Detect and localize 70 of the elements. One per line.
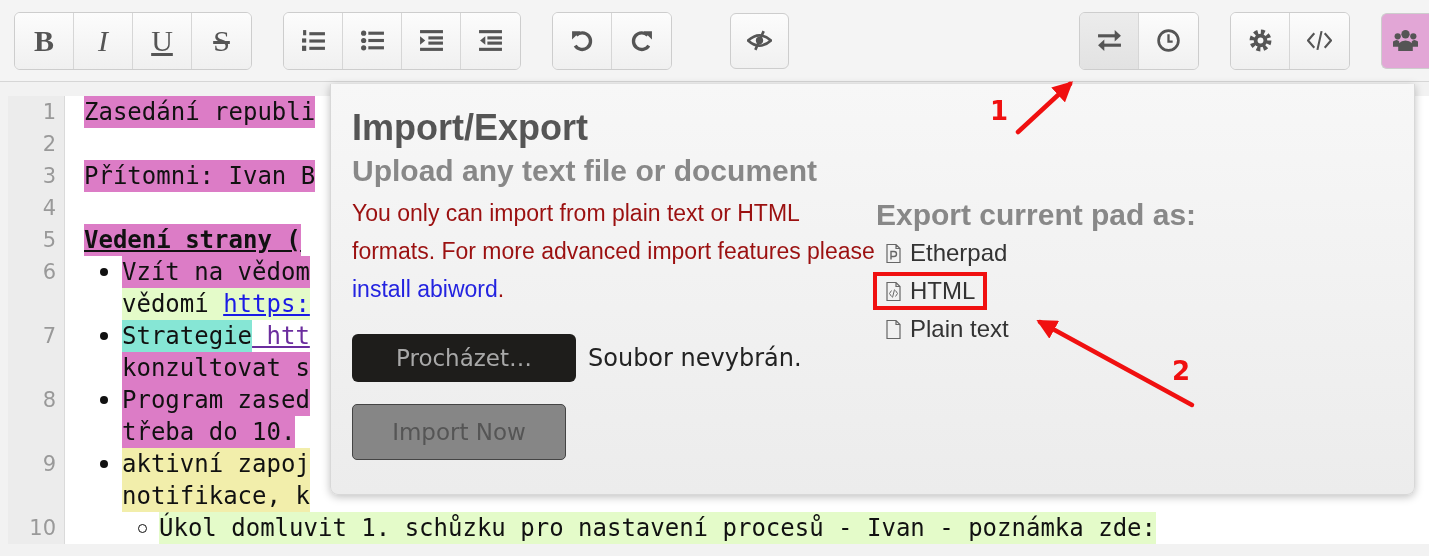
line-number: 3	[41, 163, 56, 190]
line-text: Zasedání republi	[84, 96, 316, 128]
bullet-dot	[100, 268, 108, 276]
code-document-icon	[885, 280, 902, 302]
line-text: notifikace, k	[122, 480, 310, 512]
line-text: Program zased	[122, 384, 310, 416]
redo-button[interactable]	[612, 12, 671, 69]
line-text: Přítomni: Ivan B	[84, 160, 316, 192]
clock-icon	[1156, 28, 1181, 53]
line-number: 4	[41, 195, 56, 222]
line-number: 9	[41, 451, 56, 478]
eye-slash-icon	[747, 28, 772, 53]
document-icon	[885, 318, 902, 340]
link[interactable]: htt	[252, 320, 310, 352]
eye-slash-button[interactable]	[730, 12, 789, 69]
users-icon	[1393, 28, 1418, 53]
line-number: 2	[41, 131, 56, 158]
indent-icon	[418, 28, 444, 53]
line-text: vědomí	[122, 288, 224, 320]
undo-button[interactable]	[553, 12, 612, 69]
import-heading: Upload any text file or document	[352, 153, 818, 189]
users-button[interactable]	[1381, 12, 1429, 69]
line-number: 10	[28, 515, 56, 542]
swap-arrows-button[interactable]	[1080, 12, 1139, 69]
export-option[interactable]: Etherpad	[873, 234, 1020, 272]
line-text: Úkol domluvit 1. schůzku pro nastavení procesů - Ivan - poznámka zde:	[159, 512, 1156, 544]
link[interactable]: https:	[223, 288, 310, 320]
line-number: 6	[41, 259, 56, 286]
code-icon	[1307, 28, 1332, 53]
italic-button[interactable]: I	[74, 12, 133, 69]
numbered-list-button[interactable]	[284, 12, 343, 69]
import-notice: You only can import from plain text or HTML formats. For more advanced import features please install abiword.	[352, 199, 876, 304]
line-number: 1	[41, 99, 56, 126]
annotation-number: 1	[990, 96, 1009, 126]
redo-icon	[629, 28, 654, 53]
file-status: Soubor nevybrán.	[588, 344, 802, 372]
bullet-dot	[100, 396, 108, 404]
bulleted-list-icon	[359, 28, 385, 53]
export-option[interactable]: HTML	[873, 272, 988, 310]
install-link[interactable]: install abiword	[352, 276, 498, 302]
line-number: 5	[41, 227, 56, 254]
numbered-list-icon	[300, 28, 326, 53]
line-text: třeba do 10.	[122, 416, 296, 448]
outdent-icon	[478, 28, 503, 53]
undo-icon	[569, 28, 595, 53]
annotation-number: 2	[1172, 356, 1191, 386]
underline-button[interactable]: U	[133, 12, 192, 69]
swap-arrows-icon	[1096, 28, 1122, 53]
heading-text: Vedení strany (	[84, 224, 301, 256]
strikethrough-button[interactable]: S	[192, 12, 251, 69]
p-document-icon	[885, 242, 902, 264]
line-number: 8	[41, 387, 56, 414]
settings-button[interactable]	[1231, 12, 1290, 69]
panel-title: Import/Export	[352, 106, 588, 150]
code-button[interactable]	[1290, 12, 1349, 69]
line-number: 7	[41, 323, 56, 350]
bulleted-list-button[interactable]	[343, 12, 402, 69]
browse-button[interactable]: Procházet…	[352, 334, 576, 382]
line-text: Vzít na vědom	[122, 256, 310, 288]
clock-button[interactable]	[1139, 12, 1198, 69]
export-option[interactable]: Plain text	[873, 310, 1021, 348]
annotation-arrow	[1015, 81, 1073, 135]
settings-icon	[1247, 28, 1273, 53]
indent-button[interactable]	[402, 12, 461, 69]
outdent-button[interactable]	[461, 12, 520, 69]
export-heading: Export current pad as:	[876, 197, 1197, 233]
bold-button[interactable]: B	[15, 12, 74, 69]
bullet-dot	[100, 332, 108, 340]
bullet-dot	[100, 460, 108, 468]
line-text: aktivní zapoj	[122, 448, 310, 480]
